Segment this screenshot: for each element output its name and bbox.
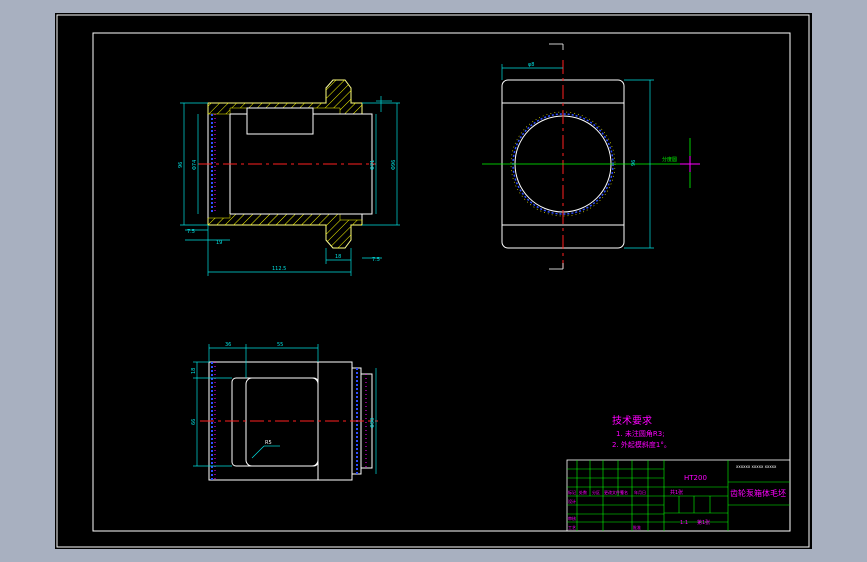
scale-label: 1:1 bbox=[680, 520, 688, 526]
dim-bottom-a: 36 bbox=[225, 342, 231, 348]
dim-inner-left: Φ74 bbox=[192, 160, 198, 170]
tb-label-1: 处数 bbox=[579, 489, 587, 495]
tb-side-0: 设计 bbox=[568, 498, 576, 504]
inner-frame bbox=[92, 32, 791, 532]
school-code: xxxxxx xxxxx xxxxx bbox=[736, 464, 777, 469]
bottom-view: 36 55 18 66 Φ90 R5 bbox=[191, 342, 378, 481]
dim-inner-right: Φ71 bbox=[370, 160, 376, 170]
dim-bottom-right: Φ90 bbox=[370, 418, 376, 428]
notes-line-2: 2. 外起模斜度1°。 bbox=[612, 440, 671, 449]
cad-drawing: 96 Φ74 Φ71 Φ96 7.5 19 112.5 18 7.5 φ8 96… bbox=[56, 14, 810, 548]
tb-side-1: 审核 bbox=[568, 515, 576, 521]
tb-side-3: 批准 bbox=[633, 524, 641, 530]
side-view: φ8 96 分度圆 bbox=[482, 43, 700, 270]
front-view: 96 Φ74 Φ71 Φ96 7.5 19 112.5 18 7.5 bbox=[178, 79, 400, 276]
part-name: 齿轮泵箱体毛坯 bbox=[730, 488, 786, 498]
dim-step-right: 7.5 bbox=[372, 257, 380, 263]
technical-notes: 技术要求 1. 未注圆角R3; 2. 外起模斜度1°。 bbox=[612, 414, 671, 449]
dim-step-left: 7.5 bbox=[187, 229, 195, 235]
sheet-label: 第1张 bbox=[697, 519, 710, 526]
tb-label-2: 分区 bbox=[592, 489, 600, 495]
dim-flange: 18 bbox=[335, 254, 341, 260]
dim-outer-right: Φ96 bbox=[391, 160, 397, 170]
dim-side-height: 96 bbox=[631, 160, 637, 166]
notes-title: 技术要求 bbox=[612, 414, 652, 427]
dim-bottom-b: 55 bbox=[277, 342, 283, 348]
dim-total-length: 112.5 bbox=[272, 266, 286, 272]
dim-bottom-left-top: 18 bbox=[191, 368, 197, 374]
material: HT200 bbox=[684, 474, 707, 482]
tb-label-5: 年月日 bbox=[634, 489, 646, 495]
dim-outer-left: 96 bbox=[178, 162, 184, 168]
sheets-total: 共1张 bbox=[670, 489, 683, 496]
dim-step: 19 bbox=[216, 240, 222, 246]
dim-side-top: φ8 bbox=[528, 62, 534, 68]
title-block: HT200 齿轮泵箱体毛坯 xxxxxx xxxxx xxxxx 1:1 第1张… bbox=[566, 459, 791, 532]
axis-label: 分度圆 bbox=[662, 156, 677, 163]
outer-frame bbox=[56, 14, 810, 548]
dim-bottom-left-main: 66 bbox=[191, 419, 197, 425]
tb-label-4: 签名 bbox=[620, 489, 628, 495]
tb-side-2: 工艺 bbox=[568, 525, 576, 530]
notes-line-1: 1. 未注圆角R3; bbox=[616, 429, 665, 438]
tb-label-0: 标记 bbox=[568, 489, 576, 495]
radius-label: R5 bbox=[265, 440, 272, 446]
